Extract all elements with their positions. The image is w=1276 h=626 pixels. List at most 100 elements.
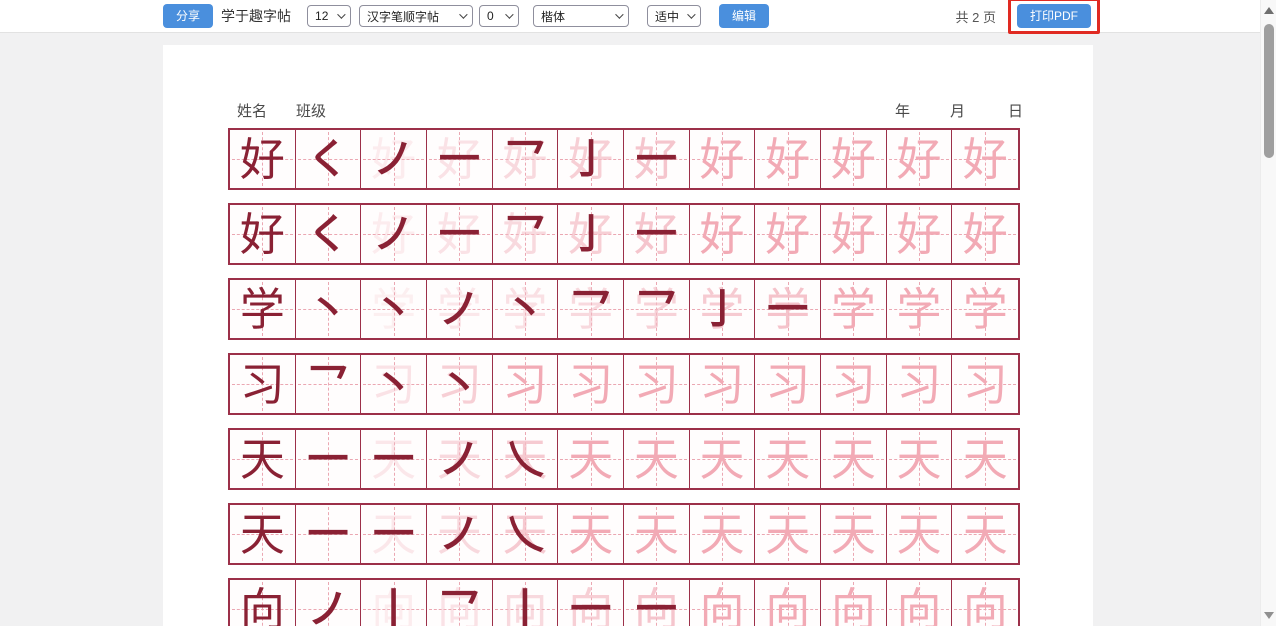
toolbar: 分享 学于趣字帖 12 汉字笔顺字帖 0 楷体 适中 编辑 共 2 页 打印PD… xyxy=(0,0,1260,33)
share-button[interactable]: 分享 xyxy=(163,4,213,28)
practice-cell: 学丶 xyxy=(493,280,559,338)
highlight-box: 打印PDF xyxy=(1008,0,1100,34)
chevron-down-icon xyxy=(505,10,513,18)
practice-cell: 好ノ xyxy=(361,205,427,263)
practice-cell: 好 xyxy=(952,205,1018,263)
guide-horizontal-dash xyxy=(363,159,424,160)
month-label: 月 xyxy=(950,100,965,121)
toolbar-right: 共 2 页 打印PDF xyxy=(956,0,1100,34)
offset-select[interactable]: 0 xyxy=(479,5,519,27)
practice-row-天: 天一天一天ノ天乀天天天天天天天 xyxy=(228,503,1020,565)
print-pdf-button[interactable]: 打印PDF xyxy=(1017,4,1091,28)
guide-horizontal-dash xyxy=(757,384,818,385)
font-select[interactable]: 楷体 xyxy=(533,5,629,27)
practice-cell: 好 xyxy=(230,205,296,263)
guide-horizontal-dash xyxy=(889,234,950,235)
practice-cell: 学 xyxy=(821,280,887,338)
practice-cell: 好亅 xyxy=(558,130,624,188)
guide-horizontal-dash xyxy=(757,159,818,160)
guide-horizontal-dash xyxy=(626,309,687,310)
guide-horizontal-dash xyxy=(363,609,424,610)
guide-horizontal-dash xyxy=(298,384,359,385)
practice-cell: 学丶 xyxy=(361,280,427,338)
density-select[interactable]: 适中 xyxy=(647,5,701,27)
practice-cell: 天 xyxy=(952,430,1018,488)
guide-horizontal-dash xyxy=(823,159,884,160)
guide-horizontal-dash xyxy=(692,384,753,385)
practice-cell: 学亅 xyxy=(690,280,756,338)
practice-cell: 好 xyxy=(690,205,756,263)
practice-cell: 天ノ xyxy=(427,430,493,488)
guide-horizontal-dash xyxy=(692,534,753,535)
practice-cell: 习 xyxy=(493,355,559,413)
vertical-scrollbar[interactable] xyxy=(1260,0,1276,626)
guide-horizontal-dash xyxy=(298,234,359,235)
guide-vertical-dash xyxy=(853,582,854,626)
font-size-select[interactable]: 12 xyxy=(307,5,351,27)
density-select-value: 适中 xyxy=(655,8,679,25)
practice-cell: 一 xyxy=(296,505,362,563)
practice-cell: 好 xyxy=(755,130,821,188)
practice-cell: 好 xyxy=(755,205,821,263)
guide-horizontal-dash xyxy=(560,609,621,610)
practice-cell: 习 xyxy=(821,355,887,413)
guide-horizontal-dash xyxy=(626,234,687,235)
guide-horizontal-dash xyxy=(954,459,1016,460)
practice-cell: 好一 xyxy=(624,130,690,188)
guide-horizontal-dash xyxy=(560,159,621,160)
practice-cell: 向 xyxy=(755,580,821,626)
scrollbar-thumb[interactable] xyxy=(1264,24,1274,158)
guide-vertical-dash xyxy=(525,582,526,626)
guide-horizontal-dash xyxy=(954,534,1016,535)
guide-horizontal-dash xyxy=(298,534,359,535)
practice-cell: 习 xyxy=(558,355,624,413)
guide-horizontal-dash xyxy=(889,309,950,310)
practice-cell: 好一 xyxy=(427,205,493,263)
practice-cell: 天乀 xyxy=(493,505,559,563)
guide-horizontal-dash xyxy=(495,609,556,610)
practice-cell: 好 xyxy=(887,205,953,263)
document-canvas: 姓名 班级 年 月 日 好く好ノ好一好乛好亅好一好好好好好好く好ノ好一好乛好亅好… xyxy=(0,34,1260,626)
year-label: 年 xyxy=(895,100,910,121)
practice-cell: 好 xyxy=(690,130,756,188)
guide-horizontal-dash xyxy=(889,159,950,160)
practice-row-学: 学丶学丶学ノ学丶学乛学乛学亅学一学学学 xyxy=(228,278,1020,340)
guide-horizontal-dash xyxy=(757,309,818,310)
practice-cell: 学乛 xyxy=(624,280,690,338)
guide-vertical-dash xyxy=(788,582,789,626)
template-select[interactable]: 汉字笔顺字帖 xyxy=(359,5,473,27)
guide-horizontal-dash xyxy=(495,459,556,460)
practice-cell: 向 xyxy=(230,580,296,626)
guide-horizontal-dash xyxy=(560,459,621,460)
guide-horizontal-dash xyxy=(889,609,950,610)
practice-cell: 向 xyxy=(952,580,1018,626)
guide-horizontal-dash xyxy=(757,609,818,610)
practice-cell: 好乛 xyxy=(493,205,559,263)
guide-horizontal-dash xyxy=(495,234,556,235)
guide-horizontal-dash xyxy=(429,534,490,535)
edit-button[interactable]: 编辑 xyxy=(719,4,769,28)
practice-row-天: 天一天一天ノ天乀天天天天天天天 xyxy=(228,428,1020,490)
guide-horizontal-dash xyxy=(232,159,293,160)
guide-horizontal-dash xyxy=(626,459,687,460)
guide-horizontal-dash xyxy=(954,309,1016,310)
practice-cell: 天 xyxy=(690,505,756,563)
guide-horizontal-dash xyxy=(298,309,359,310)
scroll-down-icon[interactable] xyxy=(1264,612,1274,619)
guide-horizontal-dash xyxy=(298,459,359,460)
scroll-up-icon[interactable] xyxy=(1264,7,1274,14)
practice-cell: 天 xyxy=(230,430,296,488)
guide-horizontal-dash xyxy=(560,309,621,310)
app-title: 学于趣字帖 xyxy=(221,6,291,26)
guide-vertical-dash xyxy=(919,582,920,626)
guide-horizontal-dash xyxy=(954,609,1016,610)
practice-cell: 天 xyxy=(624,505,690,563)
practice-cell: 习 xyxy=(952,355,1018,413)
guide-horizontal-dash xyxy=(363,534,424,535)
practice-cell: 天 xyxy=(624,430,690,488)
practice-cell: 好 xyxy=(821,205,887,263)
practice-cell: 好 xyxy=(887,130,953,188)
practice-cell: 向丨 xyxy=(493,580,559,626)
guide-horizontal-dash xyxy=(429,384,490,385)
guide-horizontal-dash xyxy=(954,384,1016,385)
